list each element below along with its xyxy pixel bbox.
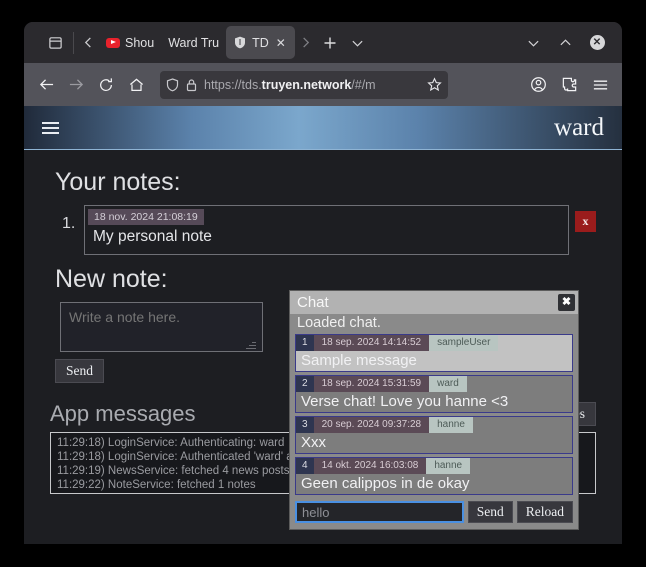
toolbar-right-actions <box>524 71 614 99</box>
chat-message: 4 14 okt. 2024 16:03:08 hanne Geen calip… <box>295 457 573 495</box>
chat-message-user: sampleUser <box>429 335 499 351</box>
youtube-favicon <box>106 36 120 50</box>
tab-list-icon[interactable] <box>40 29 70 57</box>
tab-shou[interactable]: Shou <box>99 26 161 59</box>
chat-input-row: Send Reload <box>290 498 578 529</box>
tab-ward-tru[interactable]: Ward Tru <box>161 26 226 59</box>
forward-button[interactable] <box>62 71 90 99</box>
tab-close-icon[interactable]: ✕ <box>274 36 288 50</box>
new-note-input[interactable] <box>60 302 263 352</box>
url-suffix: /#/m <box>351 77 376 92</box>
chat-message: 2 18 sep. 2024 15:31:59 ward Verse chat!… <box>295 375 573 413</box>
browser-menu-button[interactable] <box>586 71 614 99</box>
chat-message-text: Verse chat! Love you hanne <3 <box>301 393 509 410</box>
chat-title: Chat <box>297 294 329 311</box>
note-text: My personal note <box>93 228 212 245</box>
new-tab-button[interactable] <box>317 29 343 57</box>
chat-message-user: ward <box>429 376 467 392</box>
chat-message-id: 3 <box>296 417 314 433</box>
chat-reload-button[interactable]: Reload <box>516 501 573 523</box>
note-item: 1. 18 nov. 2024 21:08:19 My personal not… <box>62 205 596 255</box>
shield-icon <box>166 77 179 92</box>
tab-label: TD <box>252 35 269 50</box>
url-text: https://tds.truyen.network/#/m <box>204 78 420 92</box>
hamburger-icon[interactable] <box>42 121 59 134</box>
tab-label: Ward Tru <box>168 35 220 50</box>
note-timestamp: 18 nov. 2024 21:08:19 <box>88 209 204 225</box>
note-card: 18 nov. 2024 21:08:19 My personal note <box>84 205 569 255</box>
app-brand: ward <box>554 113 604 141</box>
browser-window: Shou Ward Tru TD ✕ ✕ https://tds.truyen.… <box>24 22 622 544</box>
back-button[interactable] <box>32 71 60 99</box>
chat-message-user: hanne <box>426 458 471 474</box>
chat-message-input[interactable] <box>295 501 464 523</box>
reload-button[interactable] <box>92 71 120 99</box>
note-number: 1. <box>62 215 76 232</box>
url-bar[interactable]: https://tds.truyen.network/#/m <box>160 70 448 99</box>
app-header: ward <box>24 106 622 150</box>
extensions-button[interactable] <box>555 71 583 99</box>
chat-message-timestamp: 20 sep. 2024 09:37:28 <box>313 417 430 433</box>
chat-message-user: hanne <box>429 417 473 433</box>
window-maximize-chevron-up-icon[interactable] <box>550 29 580 57</box>
chat-message-header: 4 14 okt. 2024 16:03:08 hanne <box>296 458 572 474</box>
star-icon[interactable] <box>427 77 442 92</box>
chat-message: 1 18 sep. 2024 14:14:52 sampleUser Sampl… <box>295 334 573 372</box>
account-button[interactable] <box>524 71 552 99</box>
chat-message: 3 20 sep. 2024 09:37:28 hanne Xxx <box>295 416 573 454</box>
tab-strip: Shou Ward Tru TD ✕ ✕ <box>24 22 622 63</box>
chat-message-text: Xxx <box>301 434 327 451</box>
home-button[interactable] <box>122 71 150 99</box>
notes-list: 1. 18 nov. 2024 21:08:19 My personal not… <box>62 205 596 255</box>
delete-note-button[interactable]: x <box>575 211 596 232</box>
shield-favicon <box>233 36 247 50</box>
chat-message-id: 2 <box>296 376 314 392</box>
tab-menu-chevron-down-icon[interactable] <box>343 29 373 57</box>
notes-heading: Your notes: <box>55 168 181 196</box>
chat-titlebar[interactable]: Chat ✖ <box>290 291 578 314</box>
tab-td-active[interactable]: TD ✕ <box>226 26 295 59</box>
chat-send-button[interactable]: Send <box>467 501 513 523</box>
chat-message-id: 1 <box>296 335 314 351</box>
tab-list: Shou Ward Tru TD ✕ <box>99 22 295 63</box>
window-controls: ✕ <box>518 29 618 57</box>
chat-message-text: Geen calippos in de okay <box>301 475 470 492</box>
chat-message-list: 1 18 sep. 2024 14:14:52 sampleUser Sampl… <box>290 334 578 495</box>
new-note-wrapper <box>55 302 263 352</box>
close-icon: ✕ <box>589 35 605 50</box>
tab-scroll-right-icon[interactable] <box>295 29 317 57</box>
send-note-button[interactable]: Send <box>55 359 104 383</box>
tabstrip-divider <box>73 31 74 54</box>
chat-message-timestamp: 18 sep. 2024 15:31:59 <box>313 376 430 392</box>
navigation-toolbar: https://tds.truyen.network/#/m <box>24 63 622 106</box>
window-minimize-chevron-down-icon[interactable] <box>518 29 548 57</box>
web-page-content: ward Your notes: 1. 18 nov. 2024 21:08:1… <box>24 106 622 544</box>
window-close-button[interactable]: ✕ <box>582 29 612 57</box>
chat-message-timestamp: 14 okt. 2024 16:03:08 <box>313 458 427 474</box>
close-icon[interactable]: ✖ <box>558 294 575 311</box>
chat-message-id: 4 <box>296 458 314 474</box>
chat-message-timestamp: 18 sep. 2024 14:14:52 <box>313 335 430 351</box>
lock-icon <box>186 78 197 92</box>
chat-status: Loaded chat. <box>297 315 381 331</box>
chat-message-header: 3 20 sep. 2024 09:37:28 hanne <box>296 417 572 433</box>
url-domain: truyen.network <box>261 77 352 92</box>
tab-label: Shou <box>125 35 155 50</box>
tab-scroll-left-icon[interactable] <box>77 29 99 57</box>
chat-dialog: Chat ✖ Loaded chat. 1 18 sep. 2024 14:14… <box>289 290 579 530</box>
app-messages-heading: App messages <box>50 401 196 426</box>
url-prefix: https://tds. <box>204 77 262 92</box>
chat-message-text: Sample message <box>301 352 417 369</box>
chat-message-header: 1 18 sep. 2024 14:14:52 sampleUser <box>296 335 572 351</box>
chat-message-header: 2 18 sep. 2024 15:31:59 ward <box>296 376 572 392</box>
